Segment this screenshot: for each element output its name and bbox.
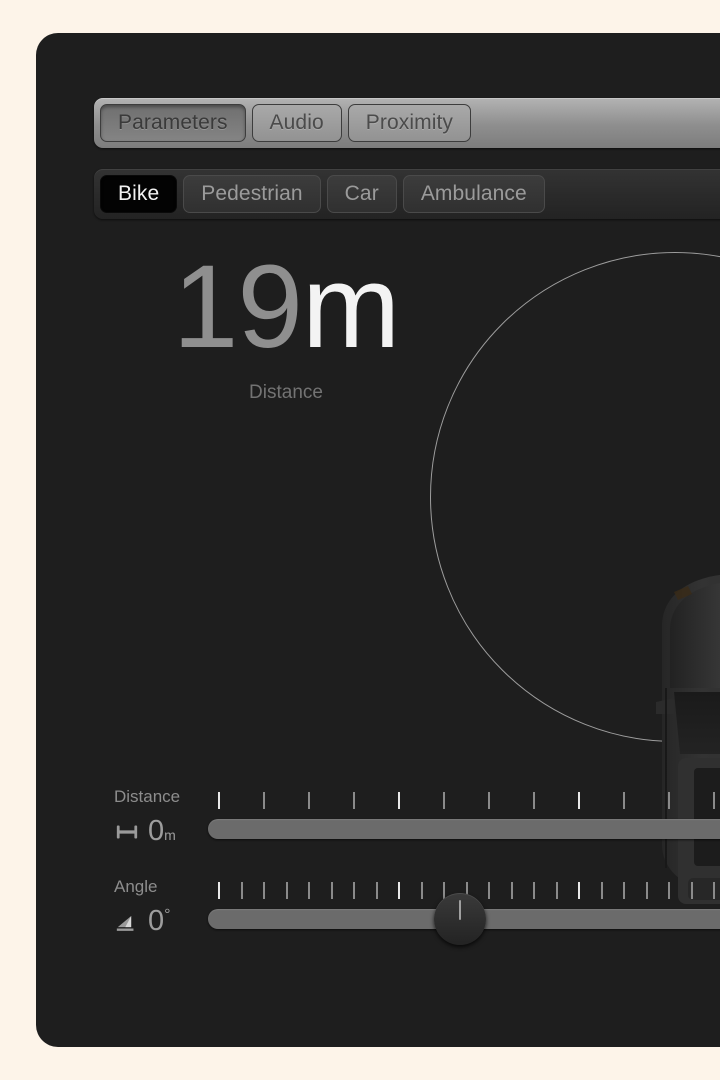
distance-slider-ticks bbox=[208, 792, 720, 809]
tick-mark bbox=[398, 792, 401, 809]
tick-mark bbox=[645, 882, 648, 899]
tick-mark bbox=[285, 882, 288, 899]
tick-mark bbox=[533, 882, 536, 899]
tick-mark bbox=[578, 792, 581, 809]
angle-slider-value: 0° bbox=[148, 907, 171, 936]
tick-mark bbox=[668, 792, 671, 809]
tab-label: Car bbox=[344, 182, 379, 205]
tab-parameters[interactable]: Parameters bbox=[100, 104, 246, 142]
tab-ambulance[interactable]: Ambulance bbox=[402, 175, 545, 213]
distance-slider-info: Distance 0m bbox=[114, 788, 204, 846]
tick-mark bbox=[353, 792, 356, 809]
angle-slider-row: Angle 0° bbox=[36, 878, 720, 952]
distance-slider[interactable] bbox=[208, 788, 720, 862]
distance-readout-number: 19 bbox=[172, 241, 303, 373]
tick-mark bbox=[488, 792, 491, 809]
distance-slider-number: 0 bbox=[148, 815, 165, 847]
tab-label: Proximity bbox=[365, 111, 454, 134]
tick-mark bbox=[623, 792, 626, 809]
tab-label: Parameters bbox=[118, 111, 228, 134]
tick-mark bbox=[713, 882, 716, 899]
tab-bike[interactable]: Bike bbox=[100, 175, 178, 213]
tab-pedestrian[interactable]: Pedestrian bbox=[183, 175, 321, 213]
object-tab-bar: Bike Pedestrian Car Ambulance bbox=[94, 169, 720, 219]
tick-mark bbox=[600, 882, 603, 899]
tab-label: Ambulance bbox=[420, 182, 527, 205]
tick-mark bbox=[398, 882, 401, 899]
distance-slider-unit: m bbox=[164, 827, 176, 843]
distance-slider-title: Distance bbox=[114, 787, 181, 806]
tick-mark bbox=[263, 882, 266, 899]
distance-slider-row: Distance 0m bbox=[36, 788, 720, 862]
tab-label: Audio bbox=[269, 111, 324, 134]
distance-slider-value: 0m bbox=[148, 817, 176, 846]
tick-mark bbox=[263, 792, 266, 809]
tick-mark bbox=[240, 882, 243, 899]
dimension-line-icon bbox=[114, 819, 140, 845]
distance-readout-label: Distance bbox=[249, 382, 323, 403]
tick-mark bbox=[488, 882, 491, 899]
tick-mark bbox=[330, 882, 333, 899]
angle-slider[interactable] bbox=[208, 878, 720, 952]
tick-mark bbox=[218, 882, 220, 899]
distance-slider-readout: 0m bbox=[114, 817, 204, 846]
tick-mark bbox=[308, 882, 311, 899]
tab-car[interactable]: Car bbox=[326, 175, 397, 213]
tick-mark bbox=[420, 882, 423, 899]
angle-slider-title: Angle bbox=[114, 877, 158, 896]
distance-readout: 19m Distance bbox=[141, 248, 431, 404]
distance-readout-value: 19m bbox=[141, 248, 431, 366]
tick-mark bbox=[533, 792, 536, 809]
tick-mark bbox=[510, 882, 513, 899]
tab-proximity[interactable]: Proximity bbox=[347, 104, 472, 142]
tab-audio[interactable]: Audio bbox=[251, 104, 342, 142]
angle-icon bbox=[114, 909, 140, 935]
angle-slider-info: Angle 0° bbox=[114, 878, 204, 936]
angle-slider-unit: ° bbox=[164, 906, 171, 924]
mode-tab-bar: Parameters Audio Proximity bbox=[94, 98, 720, 148]
angle-slider-readout: 0° bbox=[114, 907, 204, 936]
tab-label: Pedestrian bbox=[201, 182, 303, 205]
tick-mark bbox=[308, 792, 311, 809]
tick-mark bbox=[690, 882, 693, 899]
tick-mark bbox=[218, 792, 220, 809]
tick-mark bbox=[443, 792, 446, 809]
tab-label: Bike bbox=[118, 182, 160, 205]
distance-readout-unit: m bbox=[301, 241, 400, 373]
angle-slider-thumb[interactable] bbox=[434, 893, 486, 945]
tick-mark bbox=[375, 882, 378, 899]
tick-mark bbox=[623, 882, 626, 899]
app-panel: Parameters Audio Proximity Bike Pedestrian C… bbox=[36, 33, 720, 1047]
distance-slider-track[interactable] bbox=[208, 819, 720, 839]
tick-mark bbox=[713, 792, 716, 809]
tick-mark bbox=[353, 882, 356, 899]
tick-mark bbox=[578, 882, 581, 899]
angle-slider-number: 0 bbox=[148, 905, 165, 937]
tick-mark bbox=[555, 882, 558, 899]
tick-mark bbox=[668, 882, 671, 899]
